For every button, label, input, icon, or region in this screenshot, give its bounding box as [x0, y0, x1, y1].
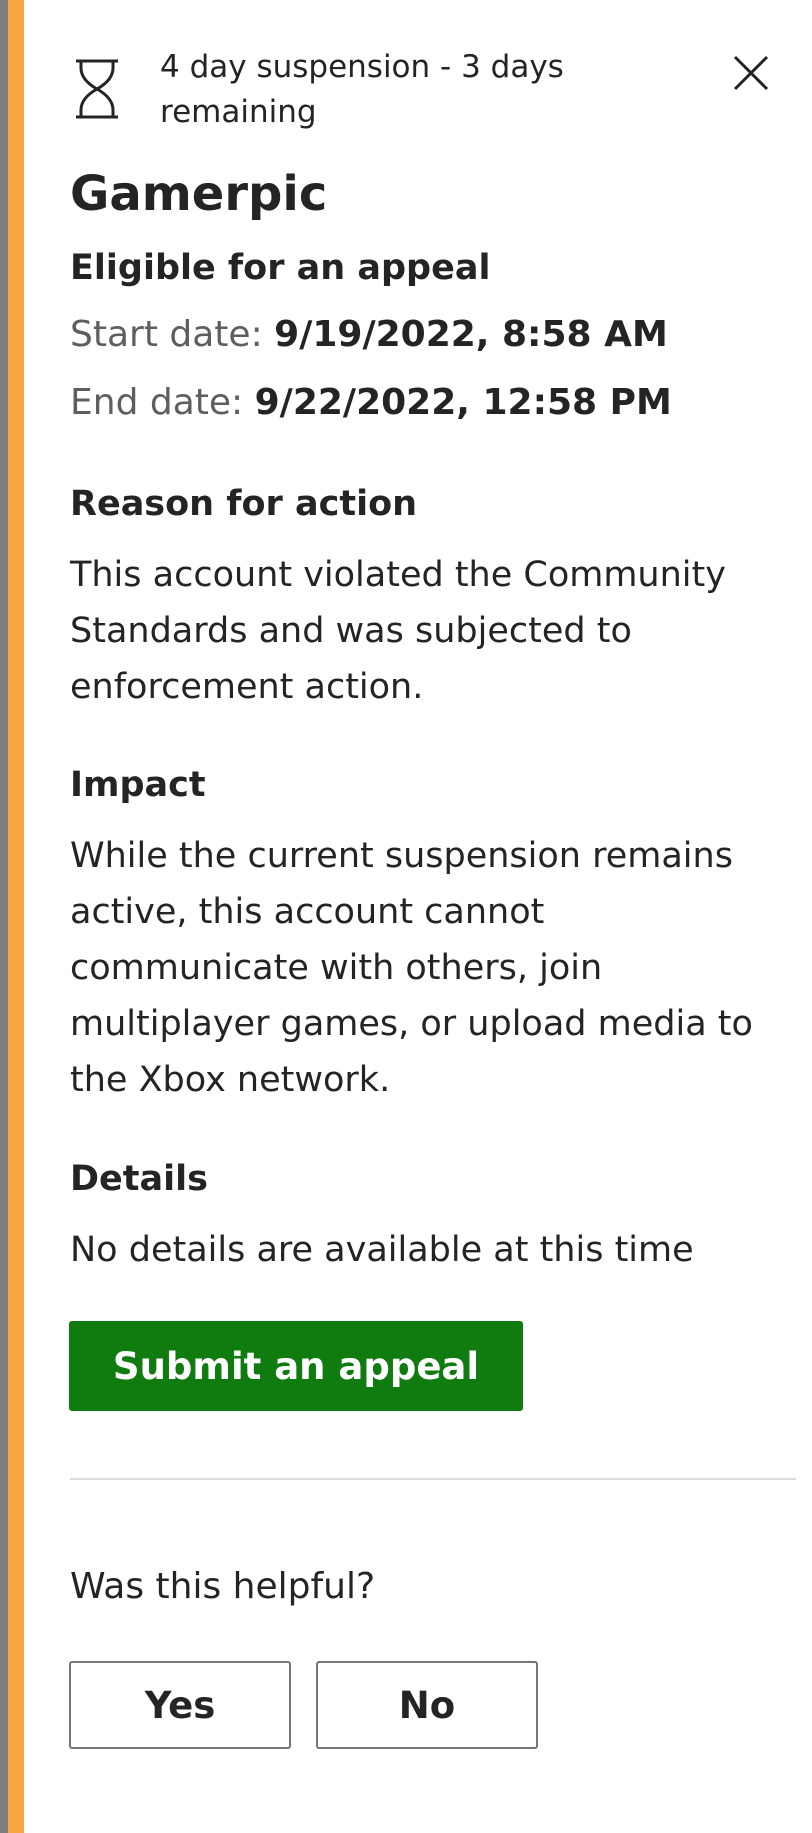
hourglass-icon — [72, 58, 122, 120]
close-icon[interactable] — [731, 53, 771, 97]
details-heading: Details — [70, 1159, 208, 1199]
close-button[interactable] — [726, 50, 776, 100]
enforcement-details-panel: 4 day suspension - 3 days remaining Game… — [24, 0, 812, 1833]
background-page — [0, 0, 8, 1833]
appeal-eligibility: Eligible for an appeal — [70, 248, 491, 288]
end-date-row: End date: 9/22/2022, 12:58 PM — [70, 382, 672, 423]
start-date-label: Start date: — [70, 314, 263, 355]
submit-appeal-button[interactable]: Submit an appeal — [69, 1321, 523, 1411]
page-title: Gamerpic — [70, 166, 328, 222]
start-date-value: 9/19/2022, 8:58 AM — [274, 314, 668, 355]
impact-heading: Impact — [70, 765, 206, 805]
feedback-no-button[interactable]: No — [316, 1661, 538, 1749]
accent-bar — [8, 0, 24, 1833]
start-date-row: Start date: 9/19/2022, 8:58 AM — [70, 314, 668, 355]
reason-heading: Reason for action — [70, 484, 418, 524]
divider — [70, 1478, 796, 1480]
reason-body: This account violated the Community Stan… — [70, 555, 726, 707]
end-date-label: End date: — [70, 382, 244, 423]
suspension-status: 4 day suspension - 3 days remaining — [160, 49, 564, 130]
impact-body: While the current suspension remains act… — [70, 836, 753, 1100]
end-date-value: 9/22/2022, 12:58 PM — [254, 382, 672, 423]
feedback-question: Was this helpful? — [70, 1566, 376, 1607]
feedback-yes-button[interactable]: Yes — [69, 1661, 291, 1749]
details-body: No details are available at this time — [70, 1230, 694, 1270]
